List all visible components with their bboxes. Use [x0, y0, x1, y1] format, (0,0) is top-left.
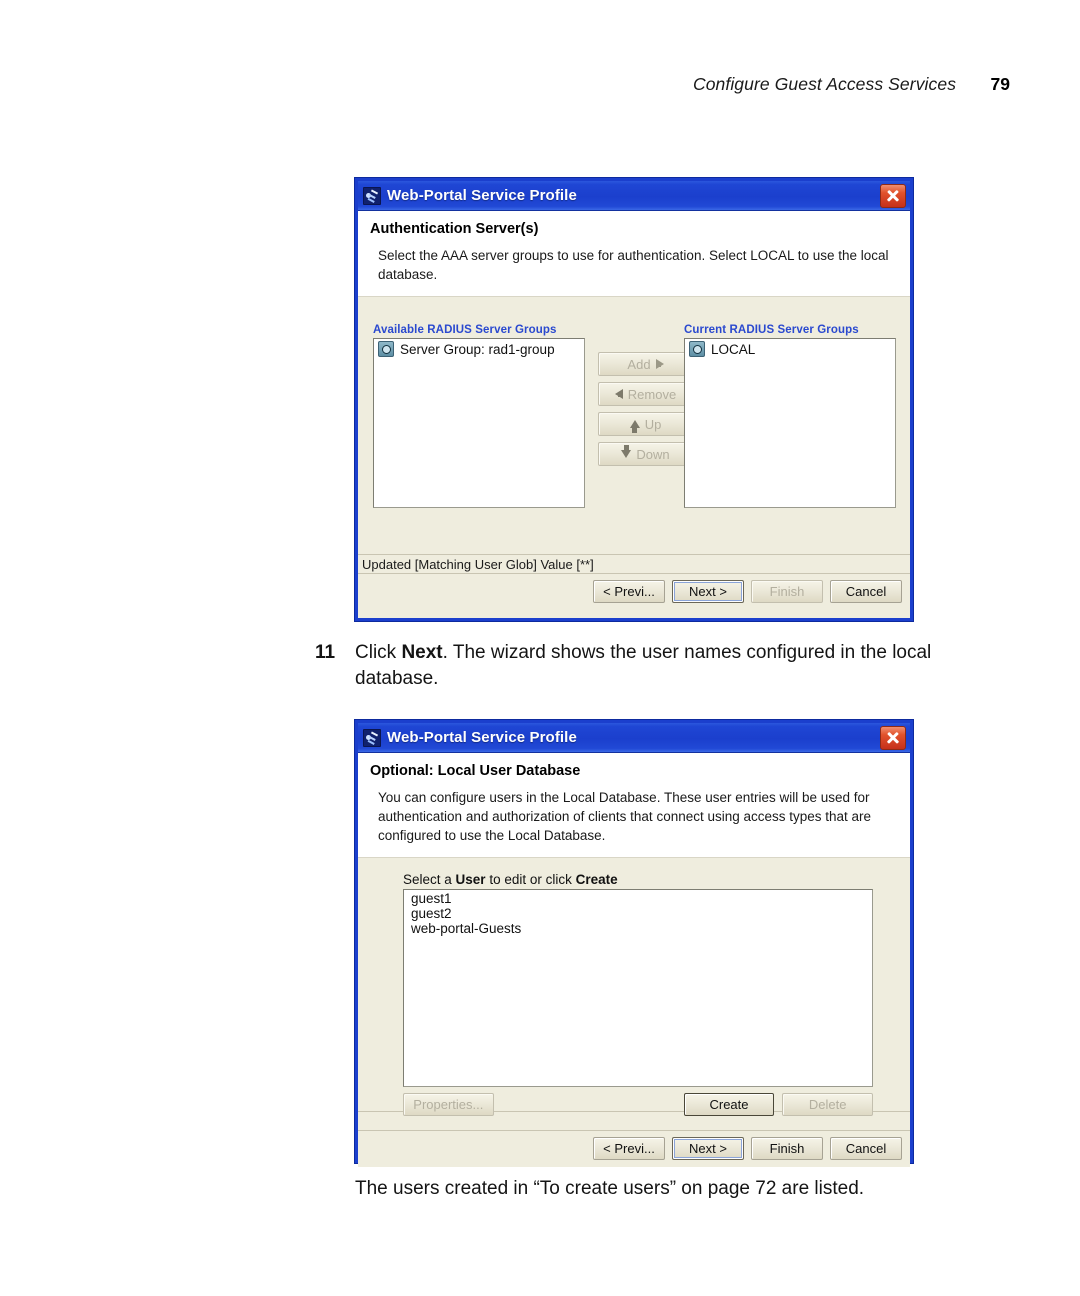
next-button[interactable]: Next >: [672, 580, 744, 604]
figure-caption: The users created in “To create users” o…: [355, 1178, 865, 1199]
dialog2-footer: < Previ... Next > Finish Cancel: [358, 1131, 910, 1168]
running-header: Configure Guest Access Services 79: [0, 74, 1010, 95]
web-portal-app-icon: [363, 186, 381, 205]
dialog1-footer: < Previ... Next > Finish Cancel: [358, 574, 910, 611]
user-list-label-user: User: [455, 872, 486, 888]
next-button[interactable]: Next >: [672, 1137, 744, 1161]
page-number: 79: [990, 74, 1010, 94]
dialog2-intro: Optional: Local User Database You can co…: [358, 753, 910, 859]
dialog2-title: Web-Portal Service Profile: [387, 729, 577, 746]
cancel-button[interactable]: Cancel: [830, 1137, 902, 1161]
step-11-text-before: Click: [355, 642, 402, 663]
step-11-text: Click Next. The wizard shows the user na…: [355, 640, 995, 691]
list-item[interactable]: web-portal-Guests: [407, 921, 872, 936]
properties-button-label: Properties...: [413, 1097, 484, 1113]
transfer-buttons-column: Add Remove Up Down: [598, 352, 693, 467]
previous-button-label: < Previ...: [603, 1141, 655, 1157]
running-header-title: Configure Guest Access Services: [692, 74, 957, 94]
finish-button-label: Finish: [769, 1141, 805, 1157]
add-button[interactable]: Add: [598, 352, 693, 377]
down-button[interactable]: Down: [598, 442, 693, 467]
user-list-label: Select a User to edit or click Create: [403, 872, 873, 887]
properties-button[interactable]: Properties...: [403, 1093, 494, 1117]
close-icon[interactable]: [880, 725, 906, 750]
cancel-button[interactable]: Cancel: [830, 580, 902, 604]
delete-button[interactable]: Delete: [782, 1093, 874, 1117]
current-radius-groups-panel: Current RADIUS Server Groups LOCAL: [684, 324, 896, 509]
list-item-label: LOCAL: [711, 341, 756, 357]
close-icon[interactable]: [880, 183, 906, 208]
current-radius-groups-label: Current RADIUS Server Groups: [684, 324, 859, 337]
server-group-icon: [689, 341, 705, 358]
user-action-buttons: Properties... Create Delete: [403, 1093, 874, 1117]
document-page: Configure Guest Access Services 79 Web-P…: [0, 0, 1080, 1296]
finish-button[interactable]: Finish: [751, 1137, 823, 1161]
user-list-label-create: Create: [575, 872, 618, 888]
dialog2-heading: Optional: Local User Database: [370, 763, 581, 779]
dialog2-description: You can configure users in the Local Dat…: [378, 790, 872, 844]
list-item[interactable]: Server Group: rad1-group: [374, 339, 584, 359]
dialog1-heading: Authentication Server(s): [370, 221, 539, 237]
delete-button-label: Delete: [808, 1097, 847, 1113]
dialog1-description: Select the AAA server groups to use for …: [378, 248, 889, 283]
previous-button[interactable]: < Previ...: [593, 580, 665, 604]
current-radius-groups-listbox[interactable]: LOCAL: [684, 338, 896, 509]
finish-button[interactable]: Finish: [751, 580, 823, 604]
cancel-button-label: Cancel: [845, 584, 887, 600]
step-11-bold: Next: [401, 642, 443, 663]
step-11: 11 Click Next. The wizard shows the user…: [315, 640, 995, 691]
dialog2-body: Select a User to edit or click Create gu…: [358, 858, 910, 1117]
auth-servers-dialog: Web-Portal Service Profile Authenticatio…: [355, 178, 913, 621]
dialog2-titlebar[interactable]: Web-Portal Service Profile: [358, 723, 910, 753]
remove-button-label: Remove: [627, 386, 677, 402]
user-list-label-pre: Select a: [403, 872, 456, 888]
down-button-label: Down: [636, 446, 670, 462]
arrow-left-icon: [614, 389, 623, 400]
list-item-label: web-portal-Guests: [411, 921, 522, 937]
list-item-label: guest1: [411, 891, 452, 907]
create-button[interactable]: Create: [683, 1093, 775, 1117]
up-button[interactable]: Up: [598, 412, 693, 437]
arrow-up-icon: [629, 420, 640, 434]
previous-button[interactable]: < Previ...: [593, 1137, 665, 1161]
available-radius-groups-panel: Available RADIUS Server Groups Server Gr…: [373, 324, 585, 509]
up-button-label: Up: [644, 416, 662, 432]
add-button-label: Add: [627, 356, 651, 372]
local-user-database-dialog: Web-Portal Service Profile Optional: Loc…: [355, 720, 913, 1168]
arrow-right-icon: [655, 359, 664, 370]
list-item-label: guest2: [411, 906, 452, 922]
server-group-icon: [378, 341, 394, 358]
dialog1-title: Web-Portal Service Profile: [387, 187, 577, 204]
dialog1-body: Available RADIUS Server Groups Server Gr…: [358, 297, 910, 555]
available-radius-groups-label: Available RADIUS Server Groups: [373, 324, 557, 337]
user-listbox[interactable]: guest1 guest2 web-portal-Guests: [403, 889, 873, 1088]
user-list-panel: Select a User to edit or click Create gu…: [403, 872, 874, 1117]
list-item-label: Server Group: rad1-group: [400, 341, 555, 357]
user-list-label-mid: to edit or click: [485, 872, 576, 888]
list-item[interactable]: guest1: [407, 891, 872, 906]
previous-button-label: < Previ...: [603, 584, 655, 600]
available-radius-groups-listbox[interactable]: Server Group: rad1-group: [373, 338, 585, 509]
step-11-number: 11: [315, 642, 336, 663]
next-button-label: Next >: [689, 584, 727, 600]
finish-button-label: Finish: [769, 584, 805, 600]
next-button-label: Next >: [689, 1141, 727, 1157]
remove-button[interactable]: Remove: [598, 382, 693, 407]
list-item[interactable]: LOCAL: [685, 339, 895, 359]
web-portal-app-icon: [363, 728, 381, 747]
dialog1-titlebar[interactable]: Web-Portal Service Profile: [358, 181, 910, 211]
list-item[interactable]: guest2: [407, 906, 872, 921]
dialog1-statusbar: Updated [Matching User Glob] Value [**]: [358, 554, 910, 575]
create-button-label: Create: [709, 1097, 749, 1113]
dialog1-intro: Authentication Server(s) Select the AAA …: [358, 211, 910, 298]
cancel-button-label: Cancel: [845, 1141, 887, 1157]
arrow-down-icon: [621, 445, 632, 459]
